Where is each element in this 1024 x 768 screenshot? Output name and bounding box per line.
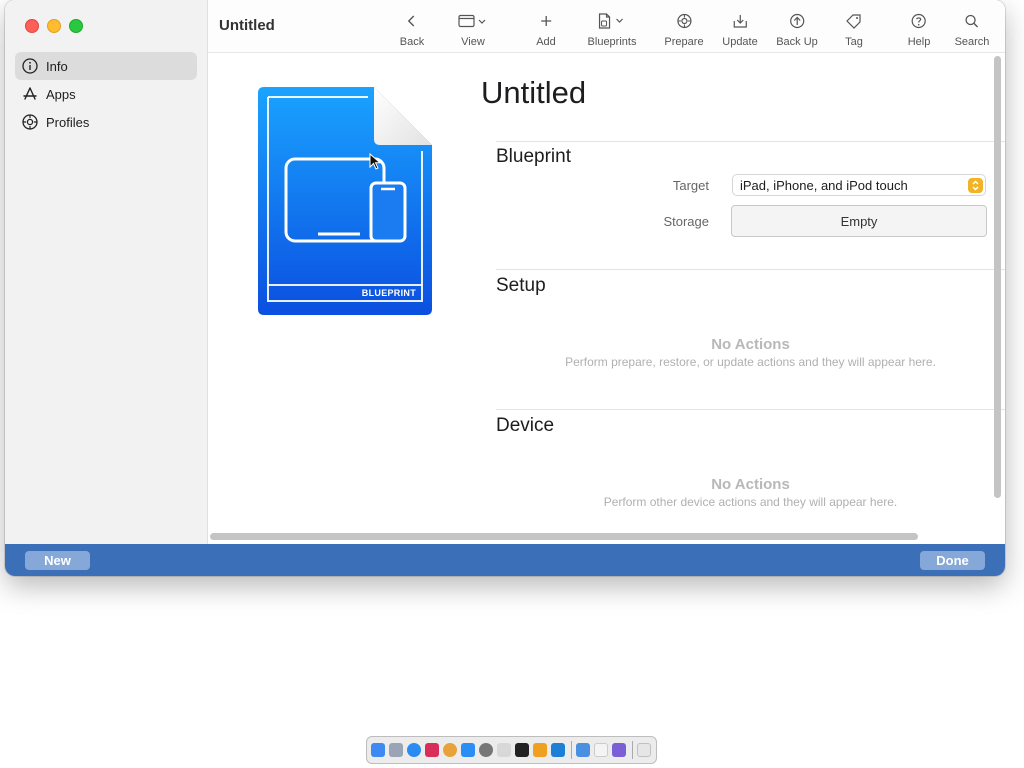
blueprint-detail-pane: BLUEPRINT Untitled Blueprint Target iPad…	[208, 53, 1005, 529]
sidebar: Info Apps Profiles	[5, 0, 208, 544]
arrow-up-circle-icon	[789, 12, 805, 30]
download-tray-icon	[732, 12, 748, 30]
chevron-left-icon	[406, 12, 418, 30]
sidebar-item-profiles[interactable]: Profiles	[15, 108, 197, 136]
terminal-icon[interactable]	[515, 743, 529, 757]
back-button[interactable]: Back	[400, 12, 424, 48]
device-section-heading: Device	[496, 415, 555, 436]
system-settings-icon[interactable]	[479, 743, 493, 757]
dock-divider	[571, 741, 572, 759]
podcast-icon[interactable]	[612, 743, 626, 757]
prepare-gear-icon	[676, 12, 692, 30]
section-divider	[496, 141, 1005, 142]
safari-icon[interactable]	[407, 743, 421, 757]
trash-icon[interactable]	[637, 743, 651, 757]
window-controls	[25, 19, 83, 33]
app-store-icon	[22, 86, 38, 102]
gear-badge-icon	[22, 114, 38, 130]
footer-bar: New Done	[5, 544, 1005, 576]
blueprint-document-icon	[597, 12, 627, 30]
chrome-icon[interactable]	[443, 743, 457, 757]
help-button[interactable]: Help	[908, 12, 930, 48]
app-store-dock-icon[interactable]	[461, 743, 475, 757]
photo-booth-icon[interactable]	[425, 743, 439, 757]
sidebar-item-label: Info	[46, 58, 68, 74]
plus-icon	[539, 12, 553, 30]
sidebar-item-label: Apps	[46, 86, 76, 102]
chevron-up-down-icon	[968, 178, 983, 193]
done-button[interactable]: Done	[920, 551, 985, 570]
sidebar-list: Info Apps Profiles	[15, 52, 197, 136]
horizontal-scrollbar[interactable]	[210, 533, 918, 540]
setup-empty-title: No Actions	[711, 336, 790, 353]
target-select[interactable]: iPad, iPhone, and iPod touch	[732, 174, 986, 196]
sidebar-item-apps[interactable]: Apps	[15, 80, 197, 108]
dock	[366, 736, 657, 764]
apple-app-icon[interactable]	[533, 743, 547, 757]
blueprint-document-icon: BLUEPRINT	[256, 85, 432, 317]
configurator-window: Info Apps Profiles Untitled Back View Ad…	[5, 0, 1005, 576]
toolbar: Untitled Back View Add Blueprints Prepar…	[208, 0, 1005, 53]
launchpad-icon[interactable]	[389, 743, 403, 757]
calendar-icon[interactable]	[594, 743, 608, 757]
update-button[interactable]: Update	[722, 12, 758, 48]
sidebar-item-info[interactable]: Info	[15, 52, 197, 80]
view-button[interactable]: View	[458, 12, 488, 48]
finder-icon[interactable]	[371, 743, 385, 757]
document-title: Untitled	[481, 75, 587, 110]
section-divider	[496, 269, 1005, 270]
configurator-dock-icon[interactable]	[576, 743, 590, 757]
sidebar-item-label: Profiles	[46, 114, 90, 130]
storage-label: Storage	[663, 214, 709, 229]
window-title: Untitled	[219, 17, 275, 34]
setup-empty-message: Perform prepare, restore, or update acti…	[565, 355, 936, 369]
dock-divider	[632, 741, 633, 759]
blueprint-icon-label: BLUEPRINT	[361, 288, 416, 298]
search-icon	[964, 12, 980, 30]
tag-button[interactable]: Tag	[845, 12, 863, 48]
device-empty-title: No Actions	[711, 476, 790, 493]
textedit-icon[interactable]	[497, 743, 511, 757]
minimize-window-button[interactable]	[47, 19, 61, 33]
mouse-pointer-icon	[369, 152, 382, 176]
search-button[interactable]: Search	[955, 12, 989, 48]
blueprints-button[interactable]: Blueprints	[588, 12, 636, 48]
window-view-icon	[458, 12, 488, 30]
question-circle-icon	[911, 12, 927, 30]
device-empty-message: Perform other device actions and they wi…	[603, 495, 898, 509]
back-up-button[interactable]: Back Up	[776, 12, 818, 48]
add-button[interactable]: Add	[536, 12, 556, 48]
tag-icon	[845, 12, 863, 30]
info-circle-icon	[22, 58, 38, 74]
target-label: Target	[672, 178, 709, 193]
zoom-window-button[interactable]	[69, 19, 83, 33]
new-button[interactable]: New	[25, 551, 90, 570]
vertical-scrollbar[interactable]	[994, 56, 1001, 498]
blueprint-section-heading: Blueprint	[496, 146, 571, 167]
close-window-button[interactable]	[25, 19, 39, 33]
storage-button[interactable]: Empty	[731, 205, 987, 237]
vscode-icon[interactable]	[551, 743, 565, 757]
prepare-button[interactable]: Prepare	[664, 12, 704, 48]
setup-section-heading: Setup	[496, 275, 546, 296]
section-divider	[496, 409, 1005, 410]
